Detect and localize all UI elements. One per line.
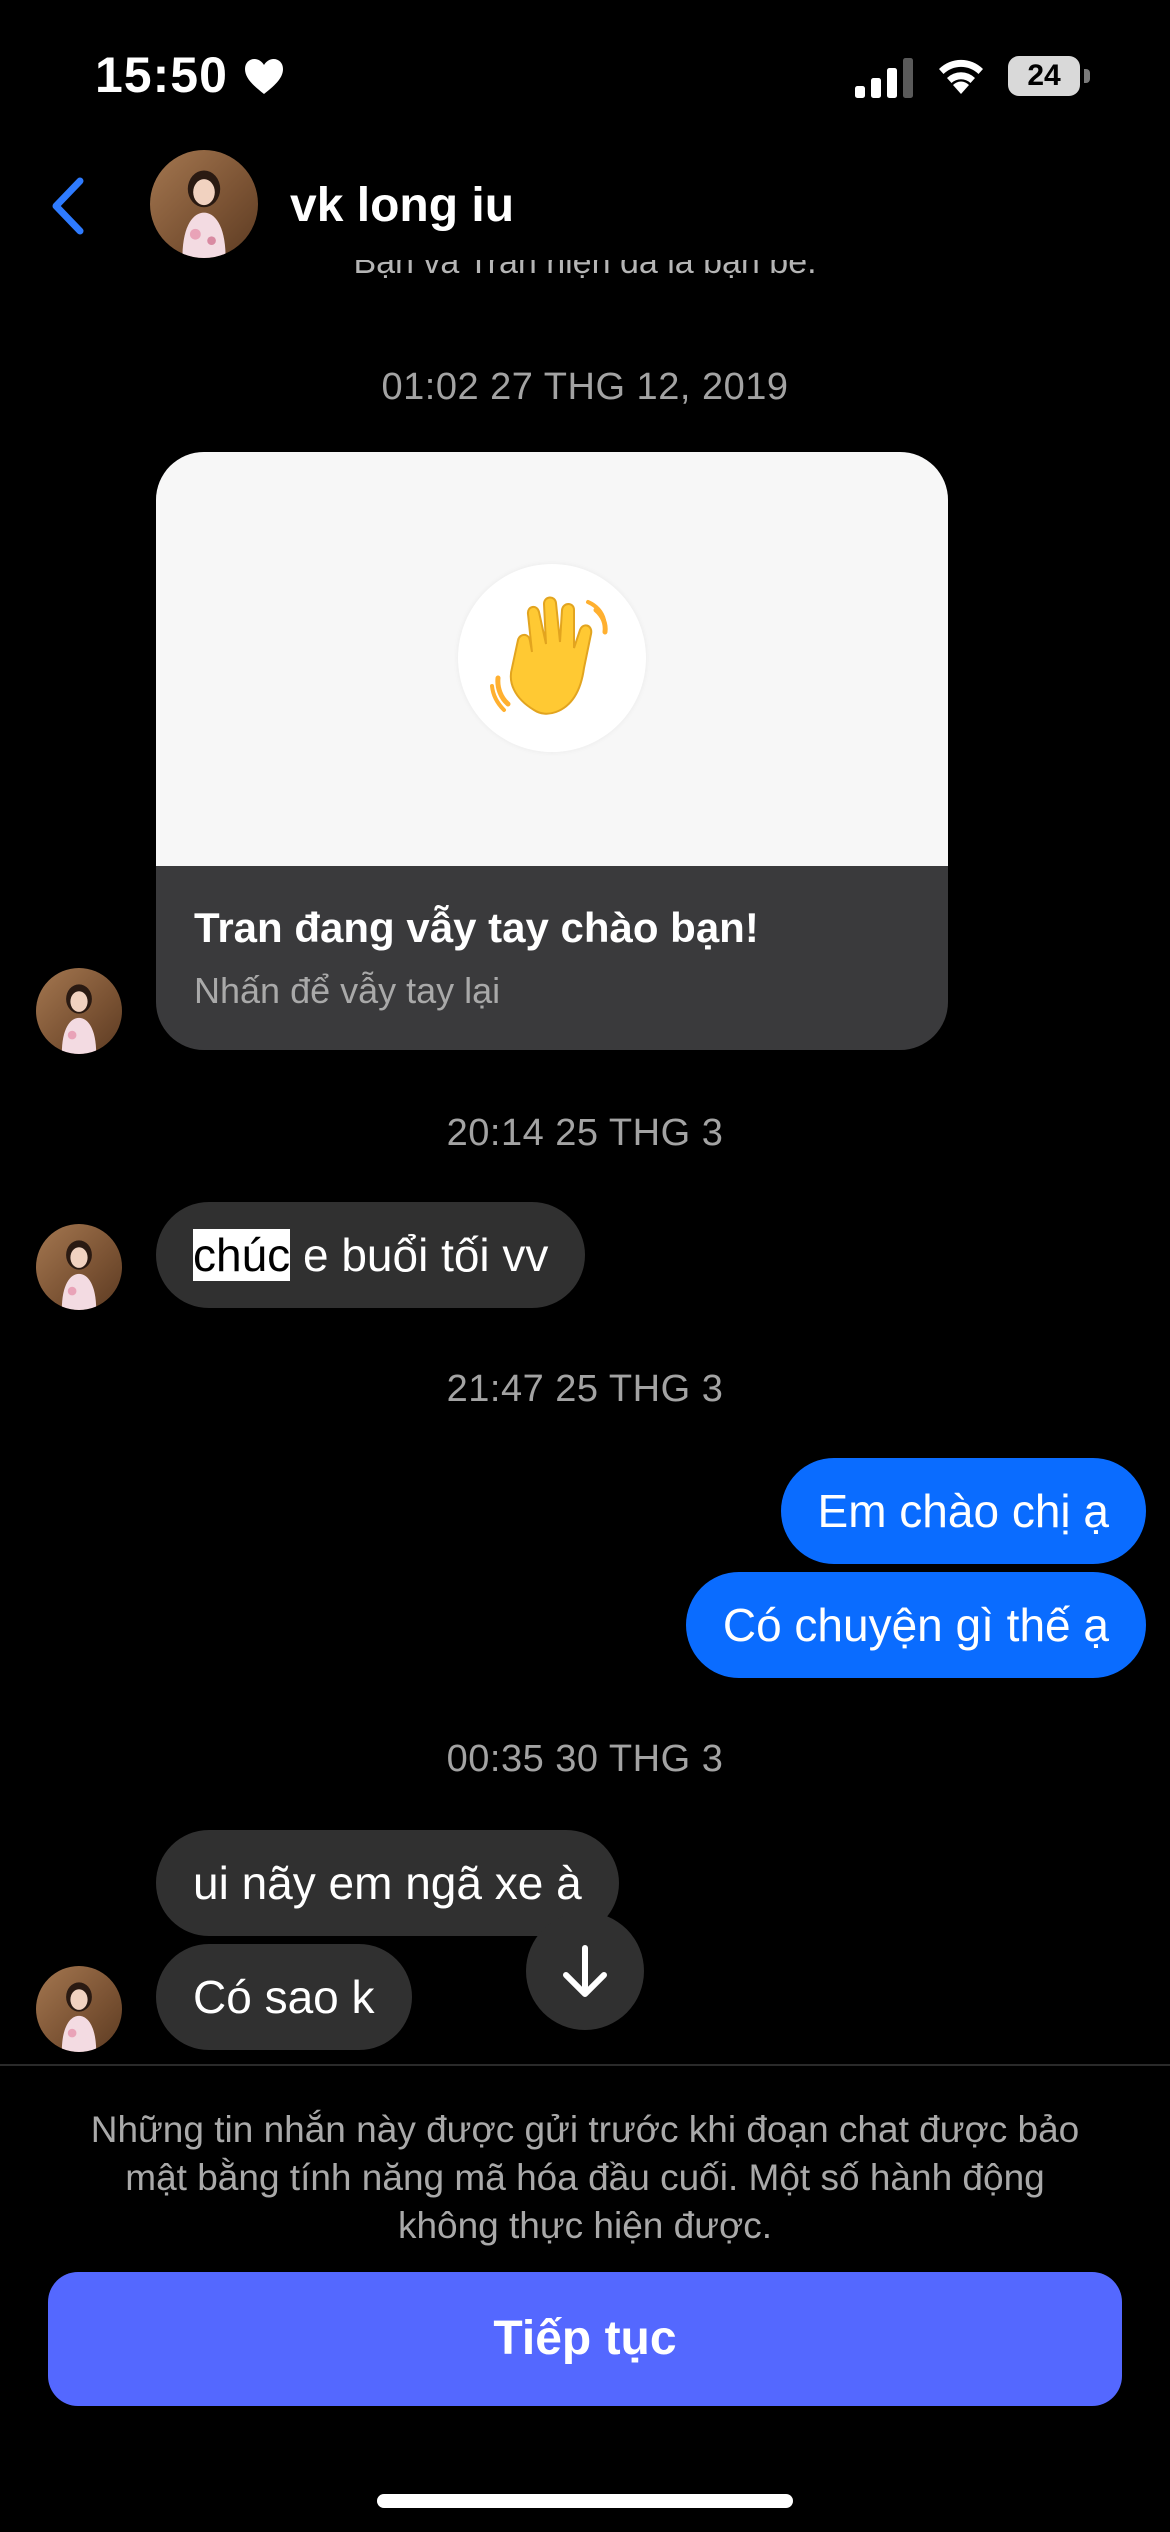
chat-screen: 15:50 24 vk long iu Bạn và Tran hiện đã … bbox=[0, 0, 1170, 2532]
status-bar: 15:50 24 bbox=[0, 0, 1170, 150]
continue-button[interactable]: Tiếp tục bbox=[48, 2272, 1122, 2406]
back-icon[interactable] bbox=[48, 175, 88, 237]
wave-card-image bbox=[156, 452, 948, 866]
wave-card[interactable]: Tran đang vẫy tay chào bạn! Nhấn để vẫy … bbox=[156, 452, 948, 1050]
avatar[interactable] bbox=[150, 150, 258, 258]
avatar[interactable] bbox=[36, 1966, 122, 2052]
friends-notice: Bạn và Tran hiện đã là bạn bè. bbox=[0, 260, 1170, 284]
scroll-to-bottom-button[interactable] bbox=[526, 1912, 644, 2030]
selected-text[interactable]: chúc bbox=[193, 1229, 291, 1281]
timestamp: 21:47 25 THG 3 bbox=[446, 1368, 724, 1410]
chat-header: vk long iu Bạn và Tran hiện đã là bạn bè… bbox=[0, 150, 1170, 281]
wifi-icon bbox=[939, 59, 983, 94]
friends-notice-text: Bạn và Tran hiện đã là bạn bè. bbox=[353, 260, 817, 281]
wave-card-subtitle: Nhấn để vẫy tay lại bbox=[194, 970, 501, 1011]
home-indicator[interactable] bbox=[377, 2494, 793, 2508]
battery-icon: 24 bbox=[1008, 56, 1090, 96]
waving-hand-icon bbox=[490, 596, 608, 715]
status-time: 15:50 bbox=[95, 47, 228, 103]
avatar[interactable] bbox=[36, 968, 122, 1054]
contact-name[interactable]: vk long iu bbox=[290, 178, 514, 233]
encryption-notice: Những tin nhắn này được gửi trước khi đo… bbox=[90, 2109, 1080, 2246]
signal-icon bbox=[855, 58, 913, 98]
wave-emoji-circle bbox=[458, 564, 646, 752]
wave-card-title: Tran đang vẫy tay chào bạn! bbox=[194, 904, 759, 951]
timestamp: 20:14 25 THG 3 bbox=[446, 1112, 724, 1154]
arrow-down-icon bbox=[563, 1945, 607, 1997]
heart-icon bbox=[245, 59, 283, 94]
timestamp: 00:35 30 THG 3 bbox=[446, 1738, 724, 1780]
message-bubble-incoming[interactable]: chúc e buổi tối vv bbox=[156, 1202, 586, 1308]
avatar[interactable] bbox=[36, 1224, 122, 1310]
timestamp: 01:02 27 THG 12, 2019 bbox=[381, 366, 789, 408]
message-bubble-outgoing[interactable]: Có chuyện gì thế ạ bbox=[685, 1572, 1146, 1678]
message-bubble-incoming[interactable]: Có sao k bbox=[156, 1944, 412, 2050]
message-bubble-outgoing[interactable]: Em chào chị ạ bbox=[780, 1458, 1146, 1564]
message-text: e buổi tối vv bbox=[290, 1229, 549, 1281]
message-bubble-incoming[interactable]: ui nãy em ngã xe à bbox=[156, 1830, 619, 1936]
divider bbox=[0, 2064, 1170, 2066]
battery-level: 24 bbox=[1027, 59, 1061, 92]
